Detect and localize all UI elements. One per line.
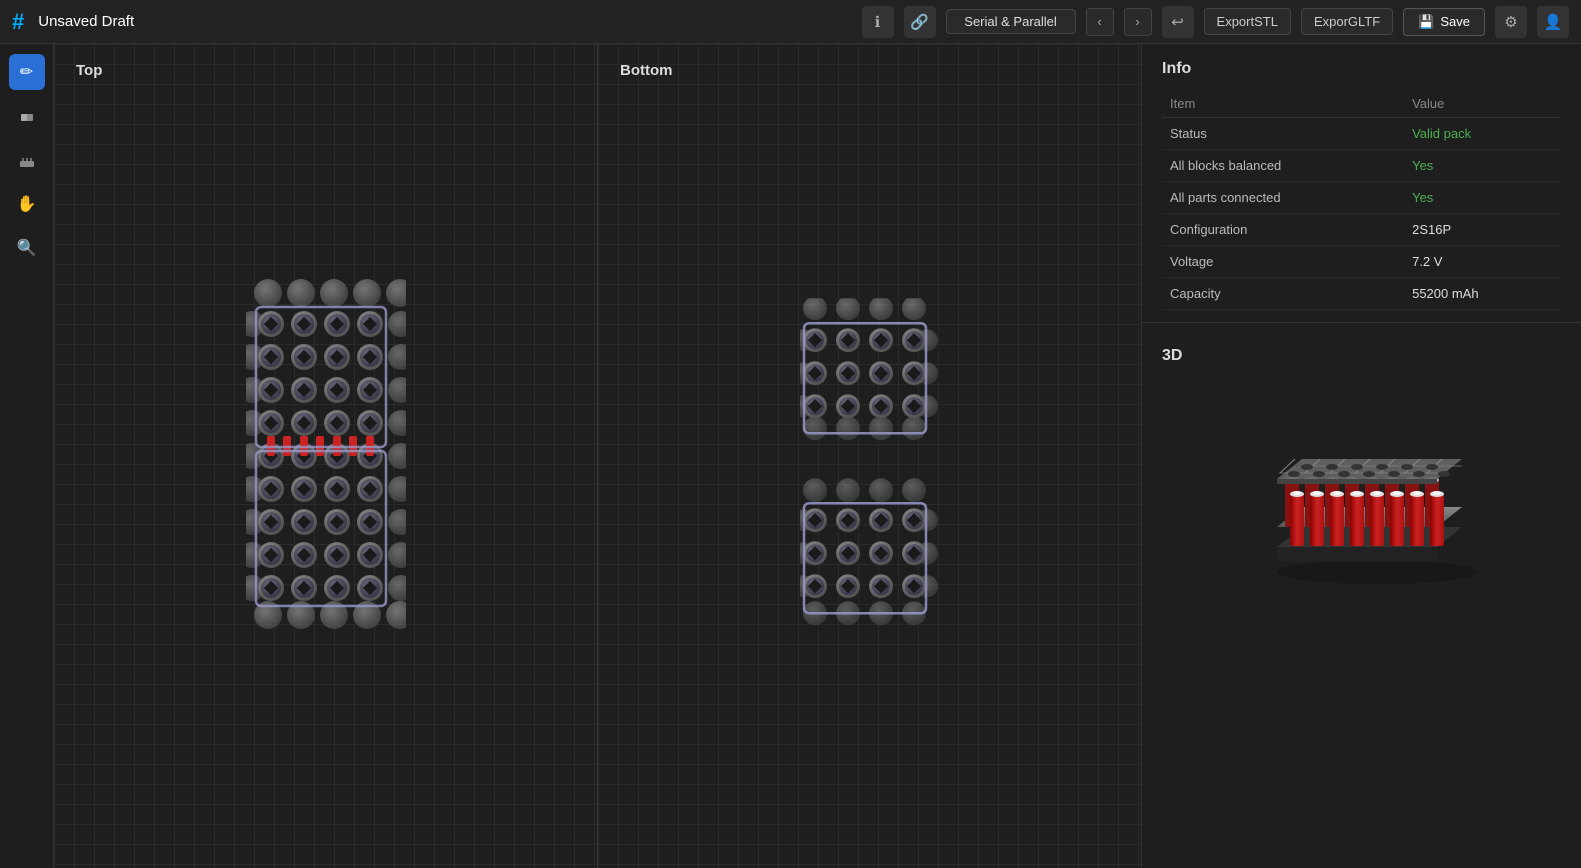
info-item-cell: Voltage bbox=[1162, 246, 1404, 278]
top-view-panel[interactable]: Top bbox=[54, 44, 598, 868]
info-item-cell: All blocks balanced bbox=[1162, 150, 1404, 182]
info-item-cell: Configuration bbox=[1162, 214, 1404, 246]
bottom-view-svg bbox=[800, 298, 940, 638]
three-d-title: 3D bbox=[1162, 347, 1561, 365]
info-table-row: All parts connectedYes bbox=[1162, 182, 1561, 214]
info-value-cell: Yes bbox=[1404, 182, 1561, 214]
canvas-area: Top bbox=[54, 44, 1141, 868]
export-gltf-button[interactable]: ExporGLTF bbox=[1301, 8, 1393, 35]
cell-circles-svg: // We'll just hardcode SVG circles below bbox=[246, 279, 406, 629]
info-table-row: Capacity55200 mAh bbox=[1162, 278, 1561, 310]
info-table-row: StatusValid pack bbox=[1162, 118, 1561, 150]
nav-next-button[interactable]: › bbox=[1124, 8, 1152, 36]
info-value-cell: Valid pack bbox=[1404, 118, 1561, 150]
nav-mode-display: Serial & Parallel bbox=[946, 9, 1076, 34]
info-value-cell: 55200 mAh bbox=[1404, 278, 1561, 310]
three-d-section: 3D bbox=[1142, 335, 1581, 597]
topbar: # Unsaved Draft ℹ 🔗 Serial & Parallel ‹ … bbox=[0, 0, 1581, 44]
tool-ruler-button[interactable] bbox=[9, 142, 45, 178]
tool-eraser-button[interactable] bbox=[9, 98, 45, 134]
info-item-cell: All parts connected bbox=[1162, 182, 1404, 214]
battery-bottom-view bbox=[800, 298, 940, 641]
col-item-header: Item bbox=[1162, 90, 1404, 118]
info-section: Info Item Value StatusValid packAll bloc… bbox=[1142, 44, 1581, 310]
battery-top-view: // We'll just hardcode SVG circles below bbox=[246, 279, 406, 629]
info-value-cell: Yes bbox=[1404, 150, 1561, 182]
info-table-row: All blocks balancedYes bbox=[1162, 150, 1561, 182]
info-value-cell: 7.2 V bbox=[1404, 246, 1561, 278]
tool-pen-button[interactable]: ✏ bbox=[9, 54, 45, 90]
export-stl-button[interactable]: ExportSTL bbox=[1204, 8, 1291, 35]
battery-3d-svg bbox=[1222, 387, 1502, 587]
left-toolbar: ✏ ✋ 🔍 bbox=[0, 44, 54, 868]
settings-button[interactable]: ⚙ bbox=[1495, 6, 1527, 38]
info-table-row: Configuration2S16P bbox=[1162, 214, 1561, 246]
tool-hand-button[interactable]: ✋ bbox=[9, 186, 45, 222]
document-title: Unsaved Draft bbox=[38, 13, 134, 30]
bottom-panel-label: Bottom bbox=[620, 62, 673, 79]
info-item-cell: Status bbox=[1162, 118, 1404, 150]
info-section-title: Info bbox=[1162, 60, 1561, 78]
bottom-view-panel[interactable]: Bottom bbox=[598, 44, 1141, 868]
three-d-content bbox=[1162, 377, 1561, 597]
top-panel-label: Top bbox=[76, 62, 102, 79]
col-value-header: Value bbox=[1404, 90, 1561, 118]
nav-prev-button[interactable]: ‹ bbox=[1086, 8, 1114, 36]
user-button[interactable]: 👤 bbox=[1537, 6, 1569, 38]
save-button[interactable]: 💾 Save bbox=[1403, 8, 1485, 36]
right-panel: Info Item Value StatusValid packAll bloc… bbox=[1141, 44, 1581, 868]
tool-zoom-button[interactable]: 🔍 bbox=[9, 230, 45, 266]
info-item-cell: Capacity bbox=[1162, 278, 1404, 310]
undo-button[interactable]: ↩ bbox=[1162, 6, 1194, 38]
info-value-cell: 2S16P bbox=[1404, 214, 1561, 246]
save-label: Save bbox=[1440, 14, 1470, 29]
main-layout: ✏ ✋ 🔍 Top bbox=[0, 44, 1581, 868]
save-icon: 💾 bbox=[1418, 14, 1434, 30]
app-logo: # bbox=[12, 9, 24, 35]
info-button[interactable]: ℹ bbox=[862, 6, 894, 38]
link-button[interactable]: 🔗 bbox=[904, 6, 936, 38]
info-table-row: Voltage7.2 V bbox=[1162, 246, 1561, 278]
info-table: Item Value StatusValid packAll blocks ba… bbox=[1162, 90, 1561, 310]
